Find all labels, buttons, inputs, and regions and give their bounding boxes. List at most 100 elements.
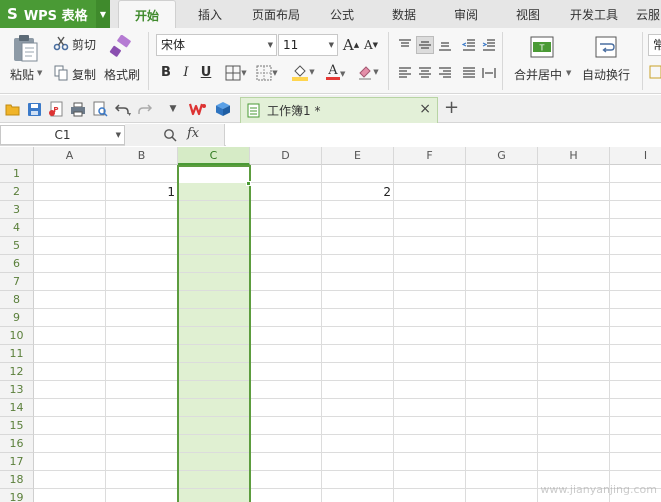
column-header-f[interactable]: F bbox=[394, 147, 466, 165]
select-all-corner[interactable] bbox=[0, 147, 34, 165]
row-header-12[interactable]: 12 bbox=[0, 363, 34, 381]
tab-cloud[interactable]: 云服 bbox=[636, 0, 661, 28]
align-right-icon[interactable] bbox=[436, 64, 454, 82]
row-header-1[interactable]: 1 bbox=[0, 165, 34, 183]
font-size-select[interactable]: 11 ▼ bbox=[278, 34, 338, 56]
merge-center-button[interactable]: 合并居中 bbox=[514, 66, 562, 83]
decrease-font-button[interactable]: A ▼ bbox=[362, 34, 380, 56]
borders-button[interactable]: ▼ bbox=[222, 64, 250, 82]
formula-input[interactable] bbox=[226, 124, 661, 146]
font-family-select[interactable]: 宋体 ▼ bbox=[156, 34, 277, 56]
align-left-icon[interactable] bbox=[396, 64, 414, 82]
row-header-15[interactable]: 15 bbox=[0, 417, 34, 435]
copy-icon[interactable] bbox=[52, 64, 70, 82]
paste-label[interactable]: 粘贴 bbox=[10, 66, 34, 83]
row-header-17[interactable]: 17 bbox=[0, 453, 34, 471]
row-header-6[interactable]: 6 bbox=[0, 255, 34, 273]
indent-decrease-icon[interactable] bbox=[460, 36, 478, 54]
tab-formulas[interactable]: 公式 bbox=[318, 0, 366, 28]
merge-center-icon[interactable]: T bbox=[528, 34, 556, 60]
cell-e2[interactable]: 2 bbox=[322, 183, 391, 201]
customize-icon[interactable]: ▼ bbox=[164, 100, 182, 118]
column-header-e[interactable]: E bbox=[322, 147, 394, 165]
tab-start[interactable]: 开始 bbox=[118, 0, 176, 28]
align-center-icon[interactable] bbox=[416, 64, 434, 82]
print-preview-icon[interactable] bbox=[91, 100, 109, 118]
cell-b2[interactable]: 1 bbox=[106, 183, 175, 201]
font-color-dropdown-icon[interactable]: ▼ bbox=[340, 70, 345, 78]
format-painter-icon[interactable] bbox=[106, 34, 136, 60]
row-header-8[interactable]: 8 bbox=[0, 291, 34, 309]
watermark-text: www.jianyanjing.com bbox=[540, 483, 657, 496]
redo-icon[interactable] bbox=[136, 100, 154, 118]
wrap-text-button[interactable]: 自动换行 bbox=[582, 66, 630, 83]
indent-increase-icon[interactable] bbox=[480, 36, 498, 54]
copy-button[interactable]: 复制 bbox=[72, 66, 96, 83]
app-menu-arrow-icon[interactable]: ▼ bbox=[96, 0, 110, 28]
merge-dropdown-icon[interactable]: ▼ bbox=[566, 69, 571, 77]
cube-icon[interactable] bbox=[214, 100, 232, 118]
document-tab[interactable]: 工作簿1 * × bbox=[240, 97, 438, 123]
format-painter-button[interactable]: 格式刷 bbox=[104, 66, 140, 83]
tab-insert[interactable]: 插入 bbox=[182, 0, 238, 28]
column-header-c[interactable]: C bbox=[178, 147, 250, 165]
row-header-18[interactable]: 18 bbox=[0, 471, 34, 489]
number-format-select[interactable]: 常 bbox=[648, 34, 661, 56]
tab-view[interactable]: 视图 bbox=[504, 0, 552, 28]
row-header-11[interactable]: 11 bbox=[0, 345, 34, 363]
cell-style-button[interactable]: ▼ bbox=[253, 64, 281, 82]
name-box[interactable]: C1 ▼ bbox=[0, 125, 125, 145]
fill-color-button[interactable]: ▼ bbox=[288, 62, 318, 82]
top-align-icon[interactable] bbox=[396, 36, 414, 54]
fill-handle[interactable] bbox=[246, 181, 251, 186]
row-header-7[interactable]: 7 bbox=[0, 273, 34, 291]
tab-page-layout[interactable]: 页面布局 bbox=[244, 0, 308, 28]
column-header-i[interactable]: I bbox=[610, 147, 661, 165]
row-header-16[interactable]: 16 bbox=[0, 435, 34, 453]
justify-icon[interactable] bbox=[460, 64, 478, 82]
zoom-search-icon[interactable] bbox=[163, 128, 177, 142]
middle-align-icon[interactable] bbox=[416, 36, 434, 54]
row-header-9[interactable]: 9 bbox=[0, 309, 34, 327]
cut-icon[interactable] bbox=[52, 34, 70, 52]
column-header-h[interactable]: H bbox=[538, 147, 610, 165]
underline-button[interactable]: U bbox=[198, 62, 214, 82]
column-header-g[interactable]: G bbox=[466, 147, 538, 165]
cut-button[interactable]: 剪切 bbox=[72, 36, 96, 53]
paste-button[interactable] bbox=[8, 32, 42, 64]
undo-dropdown-icon[interactable]: ▾ bbox=[128, 111, 131, 118]
italic-button[interactable]: I bbox=[178, 62, 194, 82]
clear-format-button[interactable]: ▼ bbox=[354, 62, 382, 82]
column-header-d[interactable]: D bbox=[250, 147, 322, 165]
row-header-10[interactable]: 10 bbox=[0, 327, 34, 345]
app-menu-button[interactable]: S WPS 表格 ▼ bbox=[0, 0, 110, 28]
row-header-3[interactable]: 3 bbox=[0, 201, 34, 219]
distributed-icon[interactable] bbox=[480, 64, 498, 82]
wps-logo-icon[interactable] bbox=[189, 100, 207, 118]
insert-function-button[interactable]: fx bbox=[187, 126, 199, 141]
column-header-b[interactable]: B bbox=[106, 147, 178, 165]
print-icon[interactable] bbox=[69, 100, 87, 118]
open-icon[interactable] bbox=[4, 100, 22, 118]
export-pdf-icon[interactable]: P bbox=[47, 100, 65, 118]
bottom-align-icon[interactable] bbox=[436, 36, 454, 54]
close-tab-icon[interactable]: × bbox=[419, 101, 431, 117]
tab-review[interactable]: 审阅 bbox=[442, 0, 490, 28]
row-header-2[interactable]: 2 bbox=[0, 183, 34, 201]
bold-button[interactable]: B bbox=[158, 62, 174, 82]
save-icon[interactable] bbox=[25, 100, 43, 118]
row-header-19[interactable]: 19 bbox=[0, 489, 34, 502]
number-format-icon[interactable] bbox=[648, 64, 661, 80]
spreadsheet-grid[interactable]: ABCDEFGHI 1 2 3 4 5 6 7 8 9 10 11 12 13 14 15 16 17 18 19 … bbox=[0, 147, 661, 502]
tab-developer[interactable]: 开发工具 bbox=[562, 0, 626, 28]
row-header-5[interactable]: 5 bbox=[0, 237, 34, 255]
row-header-4[interactable]: 4 bbox=[0, 219, 34, 237]
tab-data[interactable]: 数据 bbox=[380, 0, 428, 28]
increase-font-button[interactable]: A ▲ bbox=[342, 34, 360, 56]
column-header-a[interactable]: A bbox=[34, 147, 106, 165]
row-header-14[interactable]: 14 bbox=[0, 399, 34, 417]
row-header-13[interactable]: 13 bbox=[0, 381, 34, 399]
new-tab-icon[interactable]: + bbox=[444, 98, 459, 118]
paste-dropdown-icon[interactable]: ▼ bbox=[37, 69, 42, 77]
wrap-text-icon[interactable] bbox=[592, 34, 620, 60]
